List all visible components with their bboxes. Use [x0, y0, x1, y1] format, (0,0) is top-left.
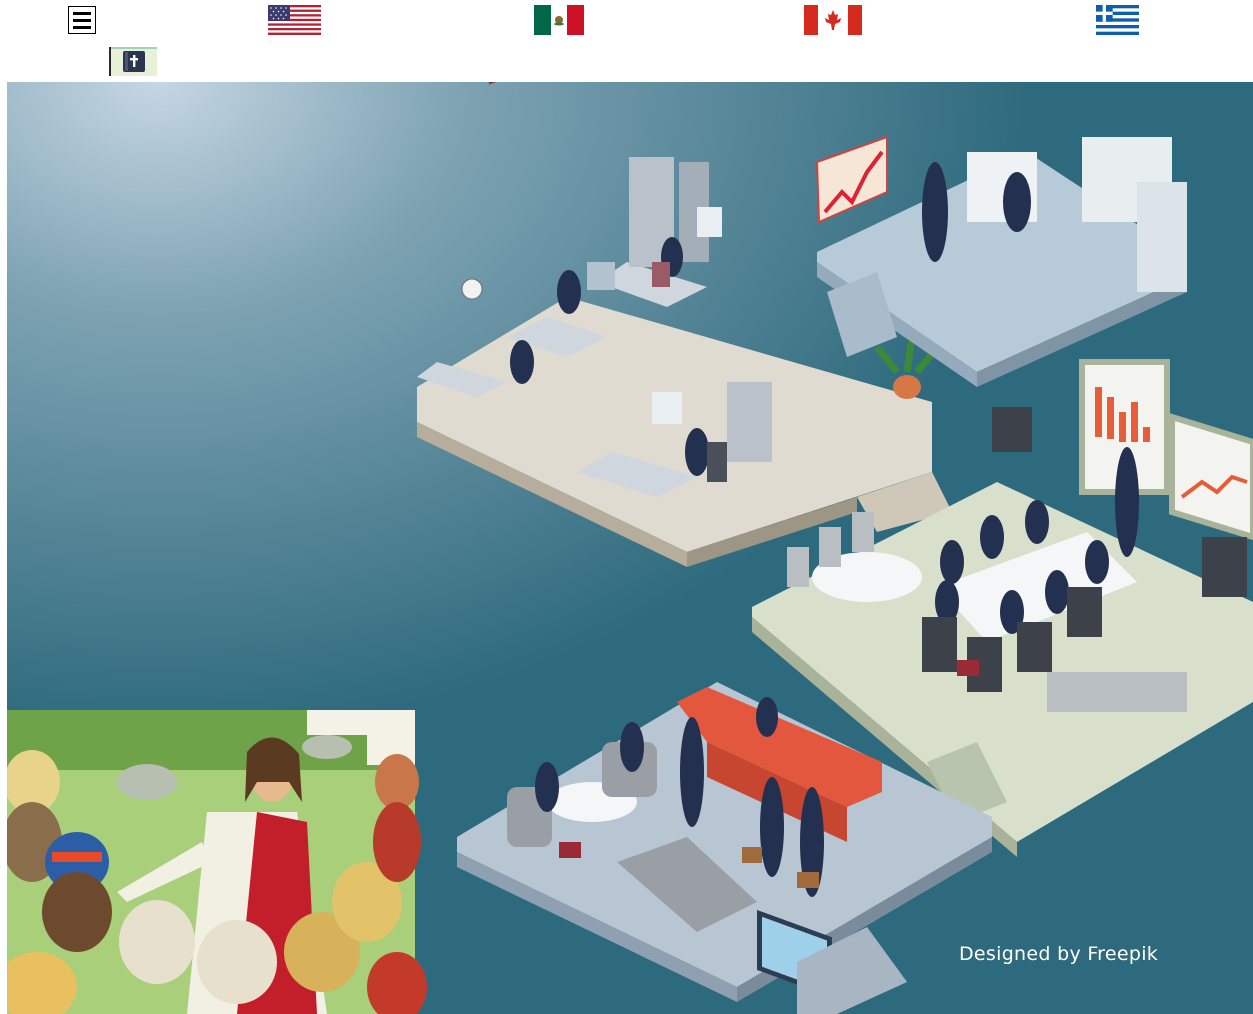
usa-flag-icon[interactable] [268, 5, 321, 35]
greece-flag-icon[interactable] [1096, 5, 1139, 35]
menu-bar [73, 18, 91, 22]
mexico-flag-icon[interactable] [534, 5, 584, 35]
canada-flag-icon[interactable] [804, 5, 862, 35]
isometric-office-scene: Designed by Freepik [7, 82, 1253, 1014]
menu-bar [73, 11, 91, 15]
freepik-credit: Designed by Freepik [959, 943, 1158, 965]
menu-button[interactable] [68, 6, 96, 34]
office-illustration: Designed by Freepik [7, 82, 1253, 1014]
jesus-with-crowd-painting [7, 710, 427, 1014]
bible-icon[interactable] [109, 47, 157, 76]
menu-bar [73, 25, 91, 29]
